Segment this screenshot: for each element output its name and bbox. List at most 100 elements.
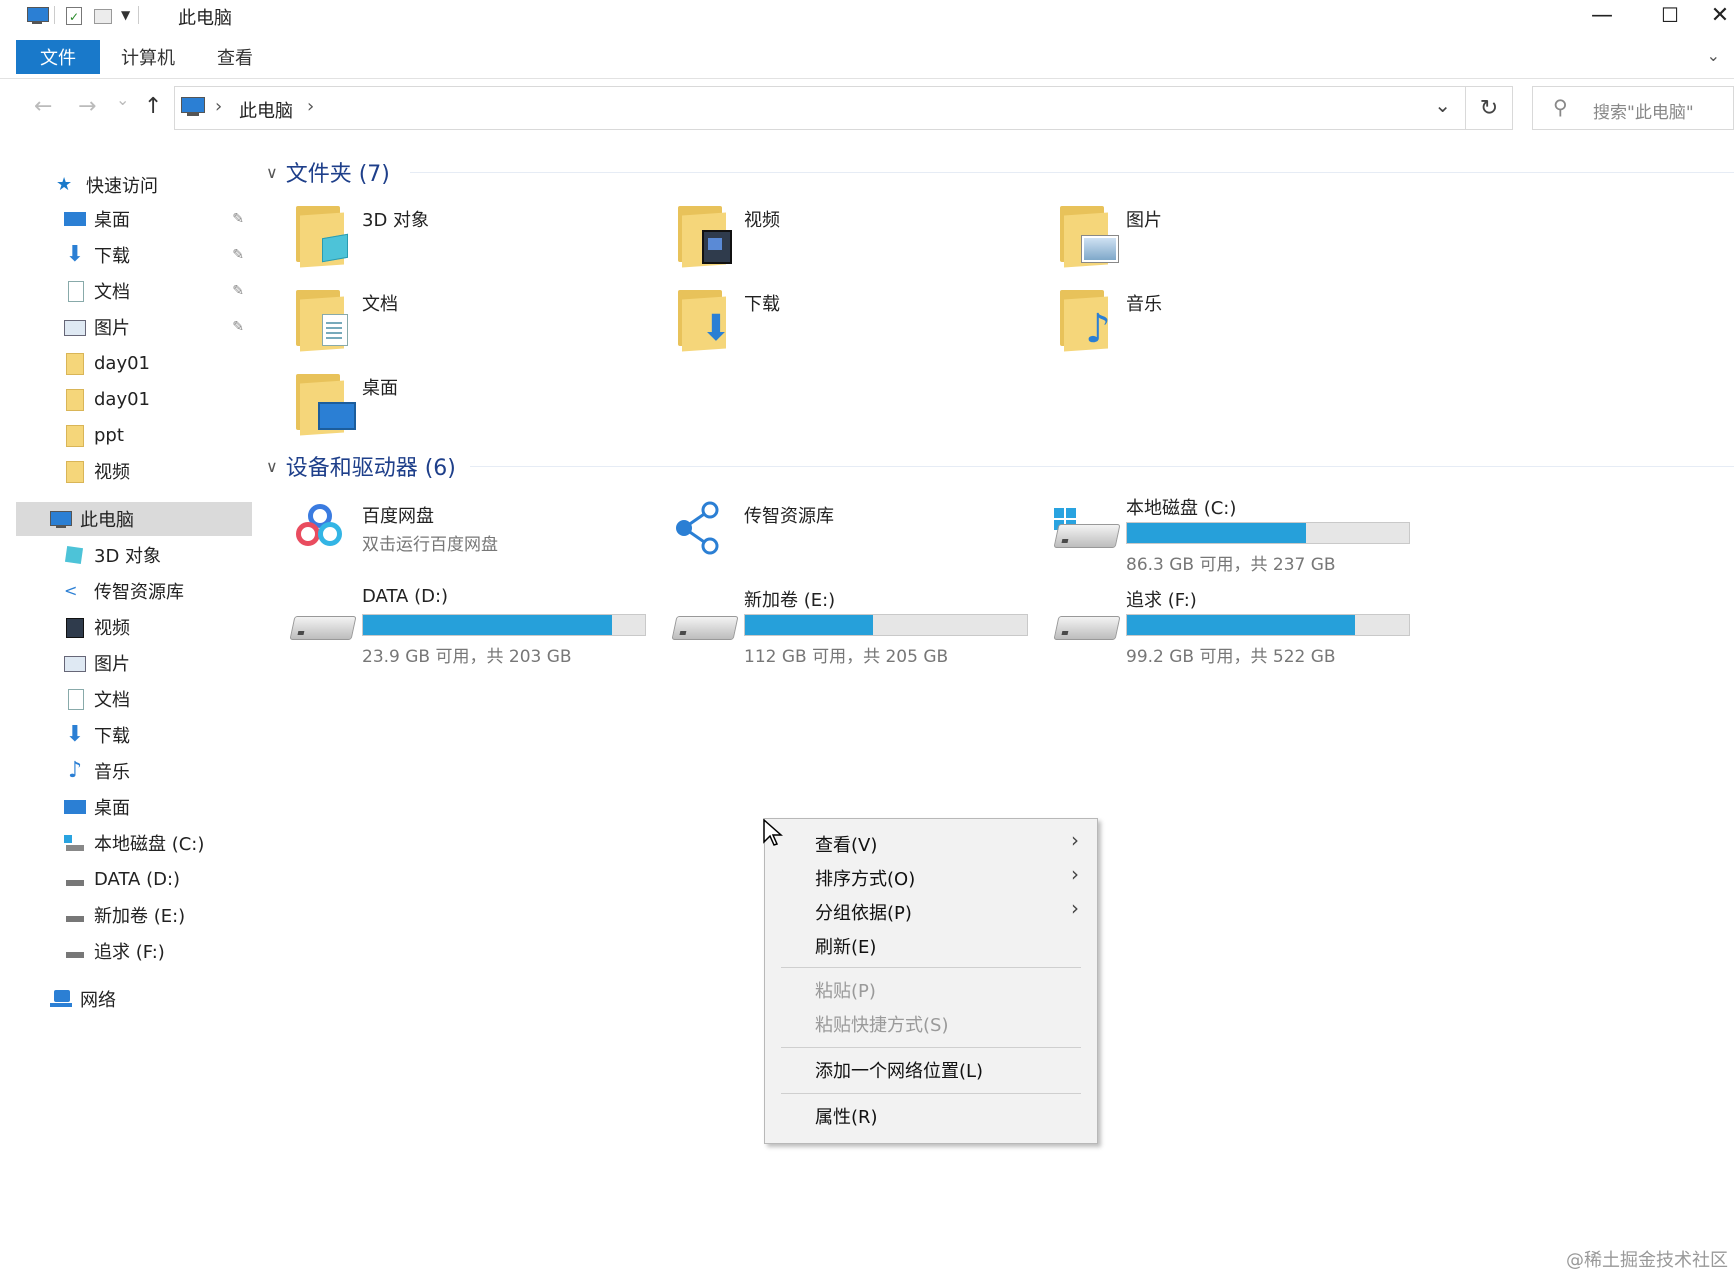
breadcrumb-this-pc[interactable]: 此电脑	[239, 97, 293, 123]
chevron-down-icon[interactable]: ⌄	[1707, 46, 1720, 65]
drive-icon	[64, 905, 86, 925]
back-button[interactable]: ←	[34, 94, 52, 119]
sidebar-item-label: ppt	[94, 424, 124, 446]
chevron-down-icon[interactable]: ∨	[266, 163, 278, 182]
sidebar-item-quick-day01[interactable]: day01	[16, 346, 252, 380]
menu-item-add-network-location[interactable]: 添加一个网络位置(L)	[815, 1057, 983, 1083]
sidebar-item-quick-ppt[interactable]: ppt	[16, 418, 252, 452]
folder-tile-downloads[interactable]: ⬇ 下载	[670, 284, 1040, 364]
sidebar-item-label: 3D 对象	[94, 546, 162, 567]
group-header-folders[interactable]: ∨ 文件夹 (7)	[266, 156, 390, 188]
sidebar-item-desktop[interactable]: 桌面	[16, 790, 252, 824]
search-box[interactable]: ⚲ 搜索"此电脑"	[1532, 86, 1734, 130]
sidebar-item-3d-objects[interactable]: 3D 对象	[16, 538, 252, 572]
sidebar-item-quick-videos[interactable]: 视频	[16, 454, 252, 488]
pin-icon[interactable]: ✎	[232, 283, 244, 299]
pin-icon[interactable]: ✎	[232, 211, 244, 227]
sidebar-item-drive-c[interactable]: 本地磁盘 (C:)	[16, 826, 252, 860]
device-tile-drive-f[interactable]: 追求 (F:) 99.2 GB 可用，共 522 GB	[1052, 582, 1422, 667]
video-folder-icon	[670, 200, 732, 270]
drive-usage-fill	[1127, 523, 1307, 543]
new-folder-icon[interactable]	[91, 6, 113, 24]
menu-item-sort-by[interactable]: 排序方式(O)	[815, 865, 915, 891]
menu-item-group-by[interactable]: 分组依据(P)	[815, 899, 912, 925]
3d-objects-icon	[64, 545, 86, 565]
group-header-devices[interactable]: ∨ 设备和驱动器 (6)	[266, 450, 456, 482]
share-icon: <	[64, 581, 78, 600]
pin-icon[interactable]: ✎	[232, 319, 244, 335]
folder-tile-documents[interactable]: 文档	[288, 284, 658, 364]
tab-view[interactable]: 查看	[200, 40, 270, 74]
menu-item-view[interactable]: 查看(V)	[815, 831, 877, 857]
menu-item-refresh[interactable]: 刷新(E)	[815, 933, 876, 959]
sidebar-item-drive-d[interactable]: DATA (D:)	[16, 862, 252, 896]
device-tile-baidu-netdisk[interactable]: 百度网盘 双击运行百度网盘	[288, 496, 658, 576]
sidebar-item-share-library[interactable]: < 传智资源库	[16, 574, 252, 608]
video-icon	[64, 617, 86, 638]
sidebar-item-pictures[interactable]: 图片	[16, 646, 252, 680]
forward-button[interactable]: →	[78, 94, 96, 119]
drive-free-space: 23.9 GB 可用，共 203 GB	[362, 647, 572, 667]
group-divider	[410, 172, 1734, 173]
device-tile-drive-e[interactable]: 新加卷 (E:) 112 GB 可用，共 205 GB	[670, 582, 1040, 667]
sidebar-item-drive-e[interactable]: 新加卷 (E:)	[16, 898, 252, 932]
minimize-button[interactable]: —	[1572, 0, 1632, 30]
device-tile-share-library[interactable]: 传智资源库	[670, 496, 1040, 576]
maximize-button[interactable]: ☐	[1640, 0, 1700, 30]
customize-toolbar-icon[interactable]: ▼	[121, 8, 130, 22]
group-divider	[470, 466, 1734, 467]
sidebar-item-quick-desktop[interactable]: 桌面 ✎	[16, 202, 252, 236]
address-bar[interactable]: › 此电脑 › ⌄	[174, 86, 1466, 130]
recent-locations-button[interactable]: ⌄	[116, 90, 129, 109]
sidebar-item-music[interactable]: ♪ 音乐	[16, 754, 252, 788]
close-button[interactable]: ✕	[1706, 0, 1734, 30]
up-button[interactable]: ↑	[144, 94, 162, 119]
folder-tile-videos[interactable]: 视频	[670, 200, 1040, 280]
folder-tile-pictures[interactable]: 图片	[1052, 200, 1422, 280]
sidebar-item-quick-pictures[interactable]: 图片 ✎	[16, 310, 252, 344]
menu-item-paste[interactable]: 粘贴(P)	[815, 977, 876, 1003]
navigation-bar: ← → ⌄ ↑ › 此电脑 › ⌄ ↻ ⚲ 搜索"此电脑"	[0, 80, 1734, 136]
menu-separator	[781, 1047, 1081, 1048]
sidebar-item-quick-downloads[interactable]: ⬇ 下载 ✎	[16, 238, 252, 272]
folder-icon	[64, 425, 86, 447]
properties-icon[interactable]: ✓	[63, 6, 85, 25]
sidebar-item-documents[interactable]: 文档	[16, 682, 252, 716]
chevron-down-icon[interactable]: ∨	[266, 457, 278, 476]
folder-name: 图片	[1126, 210, 1162, 231]
desktop-folder-icon	[288, 368, 356, 438]
sidebar-item-label: day01	[94, 388, 151, 410]
folder-tile-3d-objects[interactable]: 3D 对象	[288, 200, 658, 280]
refresh-button[interactable]: ↻	[1466, 86, 1513, 130]
pictures-folder-icon	[1052, 200, 1118, 270]
drive-usage-fill	[1127, 615, 1356, 635]
device-tile-drive-c[interactable]: 本地磁盘 (C:) 86.3 GB 可用，共 237 GB	[1052, 490, 1422, 575]
tab-computer[interactable]: 计算机	[108, 40, 188, 74]
breadcrumb-separator[interactable]: ›	[307, 96, 314, 117]
sidebar-item-downloads[interactable]: ⬇ 下载	[16, 718, 252, 752]
folder-icon	[64, 461, 86, 483]
device-tile-drive-d[interactable]: DATA (D:) 23.9 GB 可用，共 203 GB	[288, 582, 658, 667]
sidebar-item-quick-documents[interactable]: 文档 ✎	[16, 274, 252, 308]
sidebar-item-quick-access[interactable]: ★ 快速访问	[16, 168, 252, 202]
address-dropdown-button[interactable]: ⌄	[1434, 93, 1451, 117]
sidebar-item-drive-f[interactable]: 追求 (F:)	[16, 934, 252, 968]
sidebar-item-videos[interactable]: 视频	[16, 610, 252, 644]
pin-icon[interactable]: ✎	[232, 247, 244, 263]
sidebar-item-network[interactable]: 网络	[16, 982, 252, 1016]
sidebar-item-label: 图片	[94, 318, 130, 339]
folder-tile-desktop[interactable]: 桌面	[288, 368, 658, 448]
network-icon	[50, 989, 72, 1009]
search-input[interactable]: 搜索"此电脑"	[1593, 98, 1694, 123]
menu-item-paste-shortcut[interactable]: 粘贴快捷方式(S)	[815, 1011, 948, 1037]
drive-icon	[1052, 582, 1121, 652]
menu-item-properties[interactable]: 属性(R)	[815, 1103, 878, 1129]
documents-folder-icon	[288, 284, 350, 354]
drive-icon	[64, 869, 86, 889]
sidebar-item-quick-day01[interactable]: day01	[16, 382, 252, 416]
tab-file[interactable]: 文件	[16, 40, 100, 74]
group-title: 文件夹 (7)	[285, 162, 390, 187]
folder-tile-music[interactable]: ♪ 音乐	[1052, 284, 1422, 364]
sidebar-item-this-pc[interactable]: 此电脑	[16, 502, 252, 536]
group-title: 设备和驱动器 (6)	[285, 456, 456, 481]
